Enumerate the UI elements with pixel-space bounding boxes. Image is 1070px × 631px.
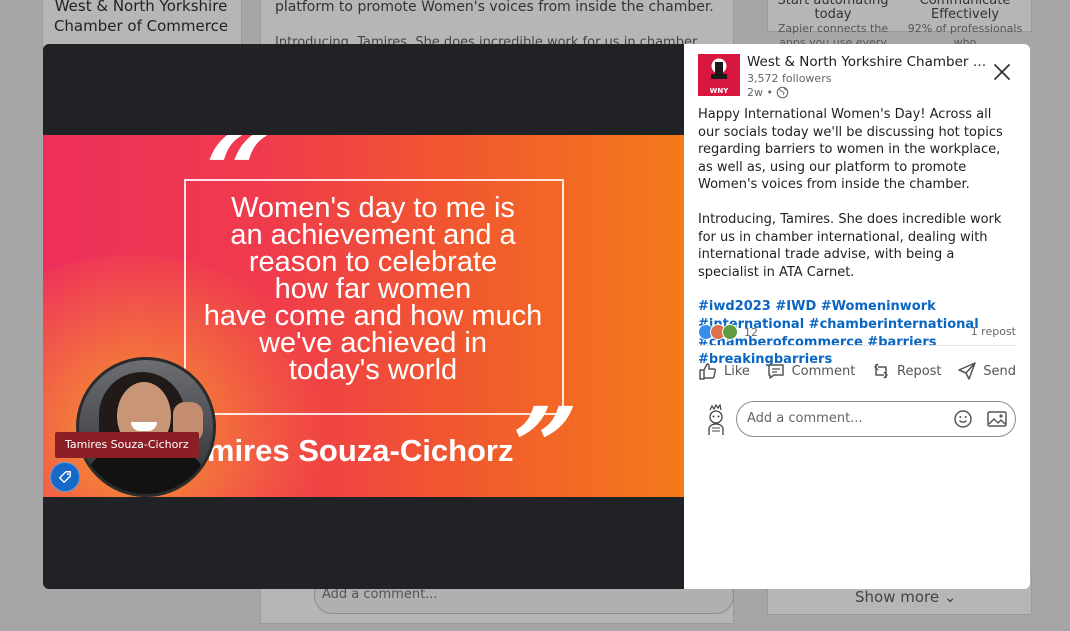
bg-ad-2: Communicate Effectively 92% of professio…: [902, 0, 1028, 50]
comment-input[interactable]: Add a comment...: [736, 401, 1016, 437]
bg-show-more-label: Show more: [855, 588, 940, 606]
bg-comment-placeholder: Add a comment...: [322, 587, 438, 602]
follower-count: 3,572 followers: [747, 72, 832, 85]
logo-figure-icon: [711, 58, 727, 79]
close-button[interactable]: [990, 60, 1014, 84]
author-name[interactable]: West & North Yorkshire Chamber of Com...: [747, 54, 989, 70]
reactions-summary[interactable]: 12: [698, 324, 758, 340]
company-logo[interactable]: WNY: [698, 54, 740, 96]
celebrate-reaction-icon: [722, 324, 738, 340]
image-icon[interactable]: [987, 410, 1007, 428]
quote-text: Women's day to me is an achievement and …: [193, 192, 553, 386]
tag-people-button[interactable]: [50, 462, 80, 492]
send-button[interactable]: Send: [957, 361, 1016, 381]
quote-line: Women's day to me is: [231, 192, 515, 224]
post-viewer-modal: “ ” Women's day to me is an achievement …: [43, 44, 1030, 589]
close-icon: [994, 64, 1010, 80]
tag-icon: [59, 471, 71, 483]
post-details-pane: WNY West & North Yorkshire Chamber of Co…: [684, 44, 1030, 589]
globe-icon: [776, 86, 789, 99]
post-time: 2w •: [747, 86, 773, 99]
logo-text: WNY: [709, 87, 729, 95]
repost-label: Repost: [897, 363, 942, 379]
thumbs-up-icon: [699, 363, 717, 380]
divider: [698, 345, 1016, 346]
slide-person-name: Tamires Souza-Cichorz: [173, 433, 514, 468]
bg-company-title: West & North Yorkshire Chamber of Commer…: [53, 0, 229, 35]
quote-line: today's world: [288, 354, 458, 386]
repost-count[interactable]: 1 repost: [971, 325, 1016, 338]
bg-post-text: platform to promote Women's voices from …: [275, 0, 714, 15]
chevron-down-icon: ⌄: [943, 588, 957, 606]
comment-label: Comment: [791, 363, 856, 379]
emoji-icon[interactable]: [953, 409, 973, 429]
like-label: Like: [724, 363, 750, 379]
media-pane: “ ” Women's day to me is an achievement …: [43, 44, 684, 589]
send-icon: [958, 362, 976, 380]
post-paragraph: Introducing, Tamires. She does incredibl…: [698, 211, 1002, 280]
social-actions: Like Comment Repost Send: [698, 356, 1016, 386]
post-body: Happy International Women's Day! Across …: [698, 106, 1016, 386]
person-tag[interactable]: Tamires Souza-Cichorz: [55, 432, 199, 458]
quote-line: reason to celebrate: [248, 246, 498, 278]
quote-line: have come and how much: [203, 300, 543, 332]
quote-line: we've achieved in: [258, 327, 487, 359]
repost-icon: [874, 363, 888, 379]
post-meta: 2w •: [747, 86, 789, 99]
repost-button[interactable]: Repost: [871, 361, 942, 381]
quote-line: an achievement and a: [230, 219, 516, 251]
comment-placeholder: Add a comment...: [747, 411, 863, 426]
bg-ad-1-title: Start automating today: [777, 0, 889, 22]
comment-icon: [767, 364, 784, 379]
comment-button[interactable]: Comment: [766, 361, 856, 381]
quote-line: how far women: [274, 273, 472, 305]
bg-show-more-button[interactable]: Show more ⌄: [855, 588, 956, 606]
send-label: Send: [983, 363, 1016, 379]
person-photo: [76, 357, 216, 497]
reaction-count: 12: [744, 325, 758, 339]
bg-ad-2-title: Communicate Effectively: [919, 0, 1011, 22]
user-avatar-icon: [708, 404, 724, 435]
like-button[interactable]: Like: [698, 361, 750, 381]
comment-box: Add a comment...: [698, 401, 1016, 437]
post-paragraph: Happy International Women's Day! Across …: [698, 107, 1003, 193]
